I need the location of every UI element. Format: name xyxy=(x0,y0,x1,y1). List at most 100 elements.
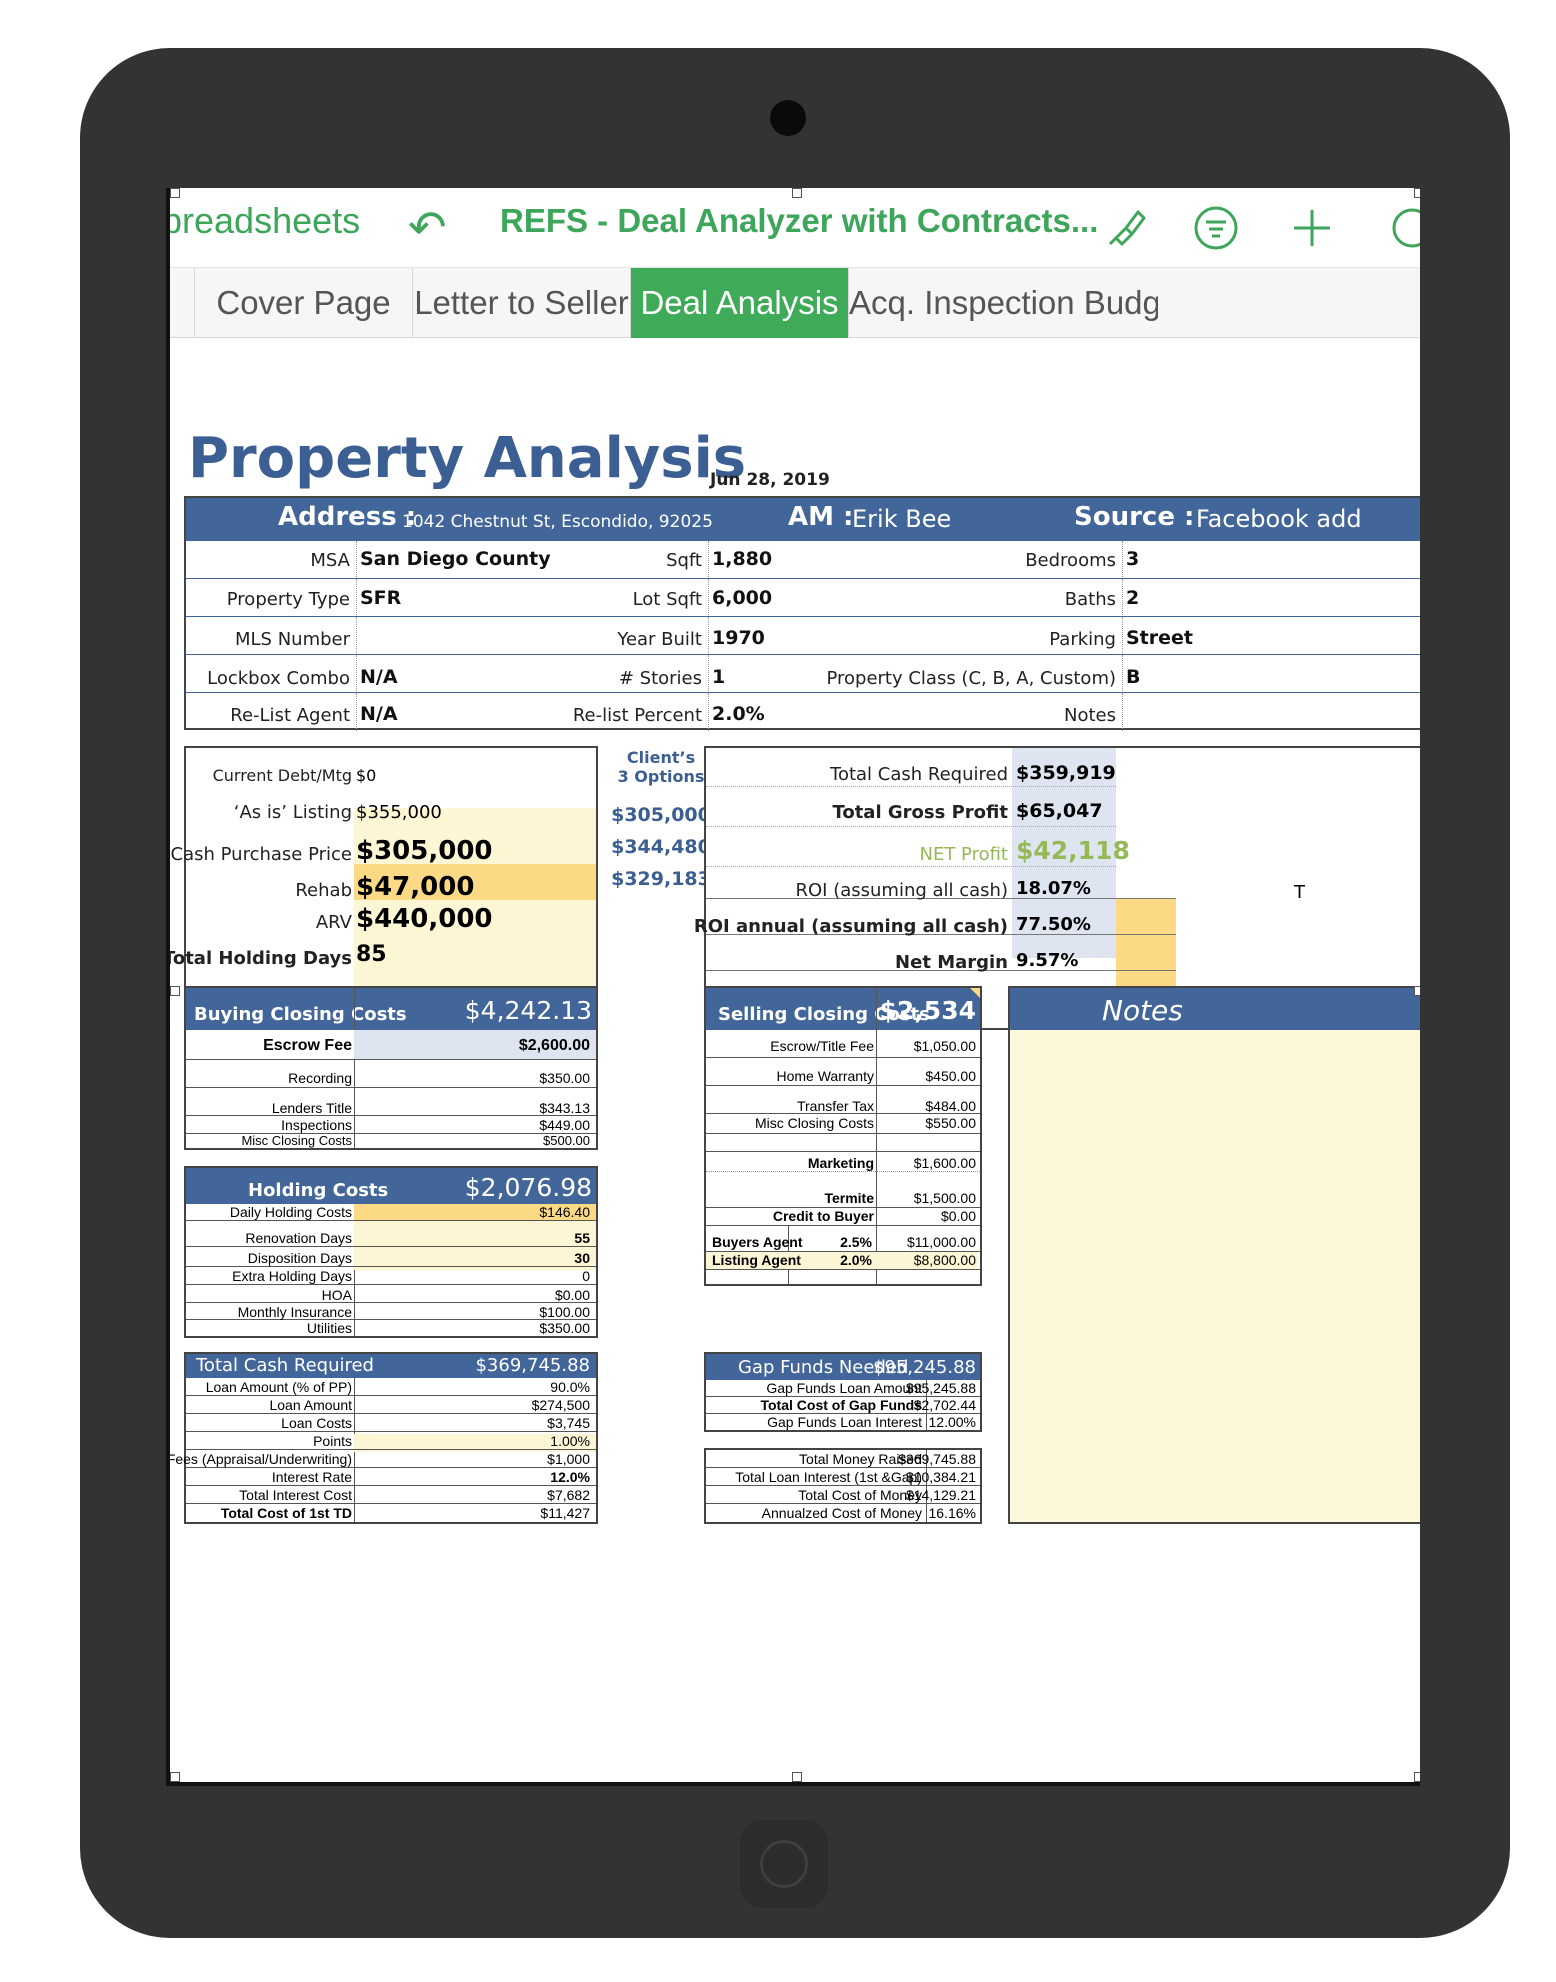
table-row-value[interactable]: $2,600.00 xyxy=(519,1037,590,1055)
table-row-value[interactable]: $0.00 xyxy=(555,1287,590,1303)
table-row-value[interactable]: $343.13 xyxy=(539,1100,590,1116)
rehab-value[interactable]: $47,000 xyxy=(356,872,474,902)
table-row-value[interactable]: $350.00 xyxy=(539,1320,590,1336)
table-row-value[interactable]: $350.00 xyxy=(539,1070,590,1086)
holding-days-value[interactable]: 85 xyxy=(356,942,387,967)
agent-percent[interactable]: 2.5% xyxy=(840,1234,872,1250)
selection-handle[interactable] xyxy=(1414,188,1420,198)
table-row-value[interactable]: 30 xyxy=(574,1250,590,1266)
selection-handle[interactable] xyxy=(792,188,802,198)
cash-purchase-price-value[interactable]: $305,000 xyxy=(356,836,493,866)
table-row-value[interactable]: $11,427 xyxy=(540,1505,590,1521)
net-profit-value[interactable]: $42,118 xyxy=(1016,836,1130,865)
table-header: Buying Closing Costs $4,242.13 xyxy=(186,988,596,1030)
table-row-value[interactable]: 90.0% xyxy=(550,1379,590,1395)
option-value[interactable]: $344,480 xyxy=(610,836,712,858)
table-row-value[interactable]: $550.00 xyxy=(925,1115,976,1131)
table-row-value[interactable]: $10,384.21 xyxy=(906,1469,976,1485)
buying-closing-costs-total[interactable]: $4,242.13 xyxy=(465,996,592,1025)
table-row-value[interactable]: $7,682 xyxy=(547,1487,590,1503)
msa-value[interactable]: San Diego County xyxy=(360,548,551,570)
info-row: Property Type SFR Lot Sqft 6,000 Baths 2 xyxy=(186,578,1420,617)
tab-cover-page[interactable]: Cover Page xyxy=(194,268,412,338)
selection-handle[interactable] xyxy=(170,188,180,198)
selection-handle[interactable] xyxy=(170,986,180,996)
table-row-value[interactable]: $3,745 xyxy=(547,1415,590,1431)
option-value[interactable]: $305,000 xyxy=(610,804,712,826)
table-row-value[interactable]: $369,745.88 xyxy=(898,1451,976,1467)
add-icon[interactable] xyxy=(1288,204,1336,252)
table-row-value[interactable]: $449.00 xyxy=(539,1117,590,1133)
document-title[interactable]: REFS - Deal Analyzer with Contracts... xyxy=(500,202,1098,240)
table-row-value[interactable]: $95,245.88 xyxy=(906,1380,976,1396)
selling-closing-costs-total[interactable]: $2,534 xyxy=(880,996,976,1025)
app-screen: preadsheets ↶ REFS - Deal Analyzer with … xyxy=(166,188,1420,1786)
table-row-value[interactable]: $1,600.00 xyxy=(914,1155,976,1171)
table-row-value[interactable]: $484.00 xyxy=(925,1098,976,1114)
roi-value[interactable]: 18.07% xyxy=(1016,878,1091,899)
collaborate-icon[interactable] xyxy=(1388,204,1420,252)
baths-value[interactable]: 2 xyxy=(1126,587,1139,609)
table-row-value[interactable]: $0.00 xyxy=(941,1208,976,1224)
source-value[interactable]: Facebook add xyxy=(1196,505,1362,533)
table-row-value[interactable]: $2,702.44 xyxy=(914,1397,976,1413)
selection-handle[interactable] xyxy=(1414,1772,1420,1782)
table-row-value[interactable]: $1,500.00 xyxy=(914,1190,976,1206)
property-class-value[interactable]: B xyxy=(1126,666,1140,688)
home-button[interactable] xyxy=(740,1820,828,1908)
agent-percent[interactable]: 2.0% xyxy=(840,1252,872,1268)
roi-annual-value[interactable]: 77.50% xyxy=(1016,914,1091,935)
undo-icon[interactable]: ↶ xyxy=(408,200,447,254)
parking-value[interactable]: Street xyxy=(1126,627,1193,649)
total-cash-required-total[interactable]: $369,745.88 xyxy=(475,1355,590,1376)
table-row-value[interactable]: 1.00% xyxy=(550,1433,590,1449)
table-row-value[interactable]: $500.00 xyxy=(543,1133,590,1148)
notes-panel[interactable]: Notes xyxy=(1008,986,1420,1524)
relist-agent-value[interactable]: N/A xyxy=(360,703,398,725)
table-row-value[interactable]: $1,050.00 xyxy=(914,1038,976,1054)
selection-handle[interactable] xyxy=(792,1772,802,1782)
table-row-value[interactable]: $14,129.21 xyxy=(906,1487,976,1503)
listing-value[interactable]: $355,000 xyxy=(356,802,442,823)
table-row-value[interactable]: $450.00 xyxy=(925,1068,976,1084)
table-row-value[interactable]: $146.40 xyxy=(539,1204,590,1220)
table-row xyxy=(706,1134,980,1152)
stories-value[interactable]: 1 xyxy=(712,666,725,688)
am-value[interactable]: Erik Bee xyxy=(852,505,951,533)
holding-costs-total[interactable]: $2,076.98 xyxy=(465,1173,592,1202)
table-row: Buyers Agent 2.5% $11,000.00 xyxy=(706,1226,980,1252)
table-row-value[interactable]: 12.0% xyxy=(550,1469,590,1485)
table-row-value[interactable]: $100.00 xyxy=(539,1304,590,1320)
table-row-value[interactable]: $8,800.00 xyxy=(914,1252,976,1268)
tab-acq-inspection-budget[interactable]: Acq. Inspection Budget xyxy=(848,268,1158,338)
table-row-value[interactable]: $274,500 xyxy=(532,1397,590,1413)
arv-value[interactable]: $440,000 xyxy=(356,904,493,934)
lockbox-combo-value[interactable]: N/A xyxy=(360,666,398,688)
year-built-value[interactable]: 1970 xyxy=(712,627,765,649)
table-row-value[interactable]: 0 xyxy=(582,1268,590,1284)
gap-funds-total[interactable]: $95,245.88 xyxy=(873,1357,976,1378)
address-value[interactable]: 1042 Chestnut St, Escondido, 92025 xyxy=(402,512,713,532)
table-row-value[interactable]: $11,000.00 xyxy=(907,1234,976,1250)
option-value[interactable]: $329,183 xyxy=(610,868,712,890)
sqft-value[interactable]: 1,880 xyxy=(712,548,772,570)
table-row-value[interactable]: 12.00% xyxy=(929,1414,976,1430)
table-row-value[interactable]: $1,000 xyxy=(547,1451,590,1467)
selection-handle[interactable] xyxy=(170,1772,180,1782)
selection-handle[interactable] xyxy=(1414,986,1420,996)
back-to-spreadsheets-link[interactable]: preadsheets xyxy=(170,200,360,242)
gross-profit-value[interactable]: $65,047 xyxy=(1016,800,1103,822)
table-row-value[interactable]: 55 xyxy=(574,1230,590,1246)
organize-icon[interactable] xyxy=(1192,204,1240,252)
net-margin-value[interactable]: 9.57% xyxy=(1016,950,1078,971)
total-cash-required-value[interactable]: $359,919 xyxy=(1016,762,1116,784)
relist-percent-value[interactable]: 2.0% xyxy=(712,703,765,725)
bedrooms-value[interactable]: 3 xyxy=(1126,548,1139,570)
current-debt-value[interactable]: $0 xyxy=(356,766,376,785)
paintbrush-icon[interactable] xyxy=(1102,204,1150,252)
table-row-value[interactable]: 16.16% xyxy=(929,1505,976,1521)
property-type-value[interactable]: SFR xyxy=(360,587,401,609)
tab-letter-to-seller[interactable]: Letter to Seller xyxy=(412,268,630,338)
lot-sqft-value[interactable]: 6,000 xyxy=(712,587,772,609)
tab-deal-analysis[interactable]: Deal Analysis xyxy=(630,268,848,338)
